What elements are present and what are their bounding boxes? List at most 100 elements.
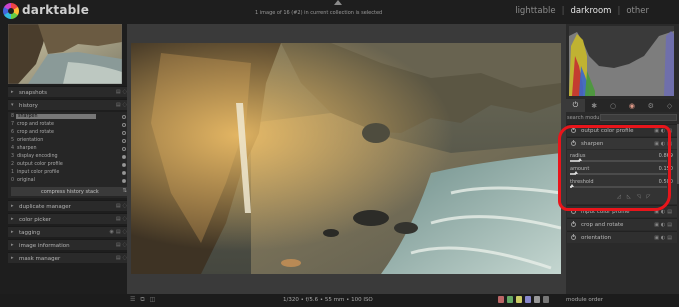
center-view[interactable] [127, 24, 566, 294]
module-header-icons[interactable]: ▣◐▤ [654, 235, 674, 241]
section-label: mask manager [19, 255, 61, 262]
diamond-icon: ◇ [666, 101, 673, 110]
module-order-label[interactable]: module order [566, 297, 603, 303]
view-separator: | [561, 6, 565, 16]
navigation-preview-image [8, 24, 122, 84]
history-item-name: crop and rotate [17, 130, 55, 135]
history-item[interactable]: 4 sharpen [11, 146, 127, 153]
top-panel-toggle-icon[interactable] [334, 0, 342, 5]
group-tab-basic[interactable]: ○ [604, 99, 623, 112]
section-label: tagging [19, 229, 41, 236]
module-group-tabs: ⏻ ✱ ○ ◉ ⚙ ◇ [566, 99, 679, 112]
search-module-row: search module [566, 113, 679, 123]
expand-arrow-icon: ▸ [11, 229, 14, 235]
softproof-icon[interactable] [516, 296, 522, 303]
darktable-logo-icon [3, 3, 19, 19]
compress-history-button[interactable]: compress history stack ⇅ [11, 187, 129, 196]
snapshots-section[interactable]: ▸ snapshots ▤◌ [8, 86, 132, 97]
left-panel: ▸ snapshots ▤◌ ▾ history ▤◌ 8 sharpen 7 … [8, 24, 132, 296]
history-status-icon [122, 115, 126, 119]
app-title: darktable [22, 3, 90, 17]
history-status-icon [122, 131, 126, 135]
history-item-name: sharpen [16, 114, 96, 119]
history-status-icon [122, 147, 126, 151]
snapshots-label: snapshots [19, 89, 47, 96]
group-tab-correct[interactable]: ⚙ [641, 99, 660, 112]
history-item[interactable]: 2 output color profile [11, 162, 127, 169]
group-tab-active-modules[interactable]: ⏻ [566, 99, 585, 112]
bottom-right-tool-icons [498, 296, 549, 303]
history-item-num: 3 [11, 154, 15, 159]
collection-info: 1 image of 16 (#2) in current collection… [255, 10, 383, 16]
histogram-graph [569, 26, 674, 96]
tagging-section[interactable]: ▸ tagging ◉▤◌ [8, 226, 132, 237]
view-lighttable[interactable]: lighttable [515, 6, 555, 16]
image-information-section[interactable]: ▸ image information ▤◌ [8, 239, 132, 250]
power-icon[interactable] [571, 221, 576, 227]
module-orientation[interactable]: orientation ▣◐▤ [567, 231, 677, 243]
power-icon[interactable] [571, 234, 576, 240]
history-status-icon [122, 179, 126, 183]
history-status-icon [122, 139, 126, 143]
history-item[interactable]: 6 crop and rotate [11, 130, 127, 137]
overexposed-indicator-icon[interactable] [498, 296, 504, 303]
view-separator: | [617, 6, 621, 16]
history-item-num: 1 [11, 170, 15, 175]
highlight-annotation [558, 125, 671, 211]
history-list: 8 sharpen 7 crop and rotate 6 crop and r… [8, 112, 132, 198]
history-item[interactable]: 8 sharpen [11, 114, 127, 121]
expand-arrow-icon: ▸ [11, 216, 14, 222]
search-module-label: search module [567, 115, 604, 121]
color-picker-section[interactable]: ▸ color picker ▤◌ [8, 213, 132, 224]
history-item-num: 2 [11, 162, 15, 167]
history-item-name: sharpen [17, 146, 37, 151]
group-tab-favorites[interactable]: ✱ [585, 99, 604, 112]
history-item-name: output color profile [17, 162, 63, 167]
bottom-left-tool-icons[interactable]: ☰⧉◫ [130, 296, 160, 304]
expand-arrow-icon: ▸ [11, 89, 14, 95]
compress-history-label: compress history stack [41, 188, 99, 195]
history-item-name: input color profile [17, 170, 60, 175]
history-item-num: 5 [11, 138, 15, 143]
module-name: crop and rotate [581, 222, 624, 228]
collapse-arrow-icon: ▾ [11, 102, 14, 108]
group-tab-color[interactable]: ◉ [622, 99, 641, 112]
history-item[interactable]: 5 orientation [11, 138, 127, 145]
histogram[interactable] [569, 26, 674, 96]
history-item[interactable]: 3 display encoding [11, 154, 127, 161]
main-image[interactable] [131, 43, 561, 274]
bottom-bar: ☰⧉◫ 1/320 • f/5.6 • 55 mm • 100 ISO modu… [0, 294, 679, 307]
history-item[interactable]: 7 crop and rotate [11, 122, 127, 129]
guides-icon[interactable] [534, 296, 540, 303]
coastal-photo-image [131, 43, 561, 274]
history-item-num: 0 [11, 178, 15, 183]
history-item-num: 7 [11, 122, 15, 127]
module-crop-and-rotate[interactable]: crop and rotate ▣◐▤ [567, 218, 677, 230]
history-item-name: original [17, 178, 35, 183]
section-label: image information [19, 242, 70, 249]
circle-icon: ○ [610, 101, 617, 110]
color-assessment-icon[interactable] [543, 296, 549, 303]
history-item-name: orientation [17, 138, 44, 143]
color-wheel-icon: ◉ [628, 101, 635, 110]
history-status-icon [122, 171, 126, 175]
duplicate-manager-section[interactable]: ▸ duplicate manager ▤◌ [8, 200, 132, 211]
history-item-num: 4 [11, 146, 15, 151]
mask-manager-section[interactable]: ▸ mask manager ▤◌ [8, 252, 132, 263]
history-item[interactable]: 1 input color profile [11, 170, 127, 177]
module-header-icons[interactable]: ▣◐▤ [654, 222, 674, 228]
gamut-check-icon[interactable] [507, 296, 513, 303]
focus-peaking-icon[interactable] [525, 296, 531, 303]
expand-arrow-icon: ▸ [11, 255, 14, 261]
group-tab-effect[interactable]: ◇ [660, 99, 679, 112]
power-icon: ⏻ [572, 101, 579, 109]
history-status-icon [122, 123, 126, 127]
navigation-thumbnail[interactable] [8, 24, 122, 84]
section-label: duplicate manager [19, 203, 71, 210]
history-item[interactable]: 0 original [11, 178, 127, 185]
search-module-input[interactable] [600, 114, 677, 121]
view-other[interactable]: other [626, 6, 649, 16]
view-darkroom[interactable]: darkroom [570, 6, 611, 16]
history-status-icon [122, 163, 126, 167]
history-section[interactable]: ▾ history ▤◌ [8, 99, 132, 110]
